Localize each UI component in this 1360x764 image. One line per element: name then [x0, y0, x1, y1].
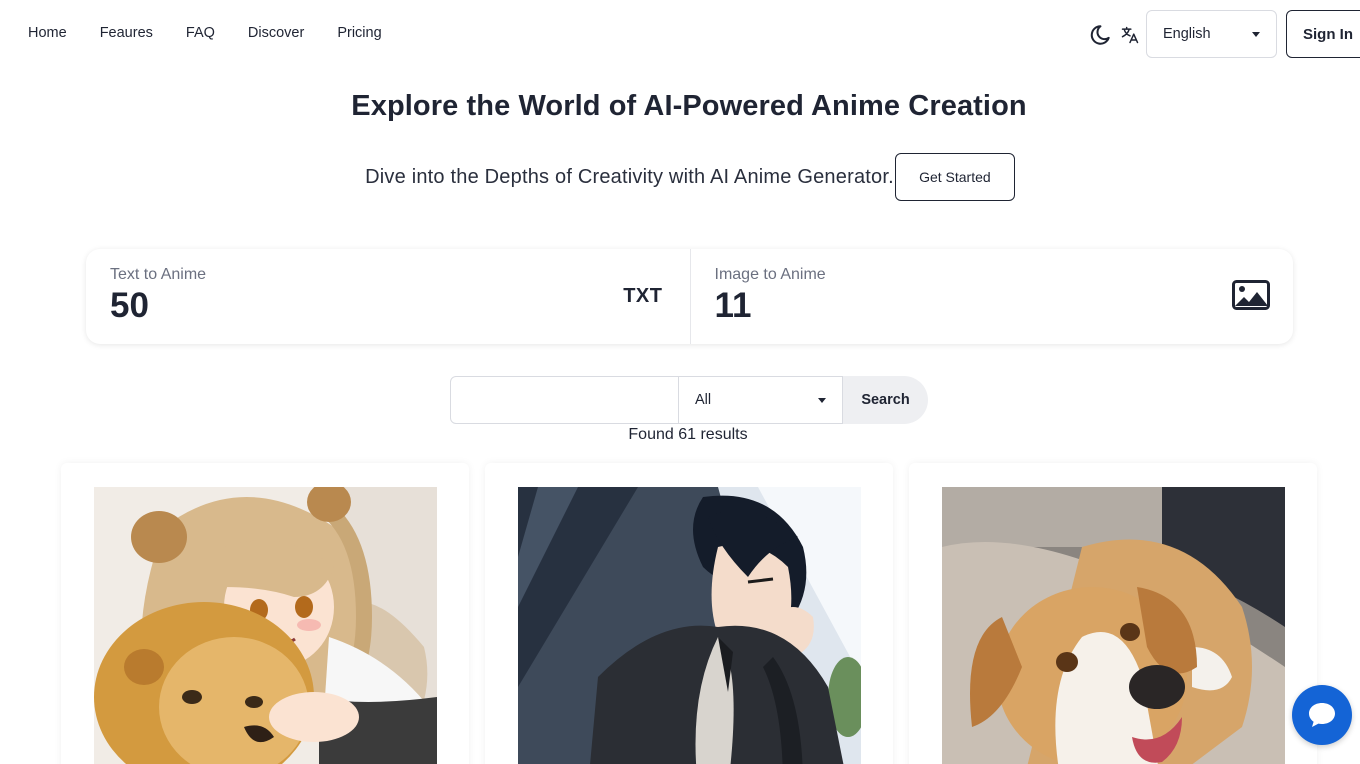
- chat-support-button[interactable]: [1292, 685, 1352, 745]
- chat-bubble-icon: [1309, 703, 1335, 727]
- type-filter-select[interactable]: All: [679, 376, 843, 424]
- stats-panel: Text to Anime 50 TXT Image to Anime 11: [86, 249, 1293, 344]
- anime-image-girl-with-lion[interactable]: [94, 487, 437, 764]
- dark-mode-moon-icon[interactable]: [1089, 24, 1111, 46]
- gallery-card[interactable]: [61, 463, 469, 764]
- nav-link-home[interactable]: Home: [28, 25, 67, 41]
- language-value: English: [1163, 26, 1211, 42]
- anime-image-beagle-dog[interactable]: [942, 487, 1285, 764]
- image-icon: [1232, 280, 1270, 310]
- type-filter-value: All: [695, 392, 712, 408]
- search-button[interactable]: Search: [843, 376, 928, 424]
- gallery-card[interactable]: [485, 463, 893, 764]
- chevron-down-icon: [818, 397, 826, 403]
- nav-link-pricing[interactable]: Pricing: [337, 25, 381, 41]
- nav-link-discover[interactable]: Discover: [248, 25, 304, 41]
- get-started-button[interactable]: Get Started: [894, 153, 1015, 201]
- page-title: Explore the World of AI-Powered Anime Cr…: [351, 90, 1027, 122]
- nav-link-faq[interactable]: FAQ: [186, 25, 215, 41]
- sign-in-button[interactable]: Sign In: [1286, 10, 1360, 58]
- language-select[interactable]: English: [1146, 10, 1277, 58]
- txt-icon: TXT: [623, 285, 663, 307]
- stat-value: 11: [714, 286, 752, 325]
- hero-subtitle-row: Dive into the Depths of Creativity with …: [0, 153, 1360, 201]
- results-count: Found 61 results: [628, 426, 748, 443]
- search-bar: All Search: [450, 376, 928, 424]
- anime-image-boy-in-hoodie[interactable]: [518, 487, 861, 764]
- chevron-down-icon: [1252, 31, 1260, 37]
- stat-label: Image to Anime: [714, 266, 826, 283]
- nav-links: Home Feaures FAQ Discover Pricing: [28, 25, 382, 41]
- search-input[interactable]: [450, 376, 679, 424]
- translate-icon[interactable]: [1120, 25, 1140, 45]
- stat-value: 50: [110, 286, 149, 325]
- gallery-card[interactable]: [909, 463, 1317, 764]
- nav-link-features[interactable]: Feaures: [100, 25, 153, 41]
- hero-subtitle: Dive into the Depths of Creativity with …: [365, 165, 894, 188]
- stat-image-to-anime: Image to Anime 11: [689, 249, 1294, 344]
- top-navbar: Home Feaures FAQ Discover Pricing Englis…: [0, 0, 1360, 68]
- stat-label: Text to Anime: [110, 266, 207, 283]
- stat-text-to-anime: Text to Anime 50 TXT: [86, 249, 690, 344]
